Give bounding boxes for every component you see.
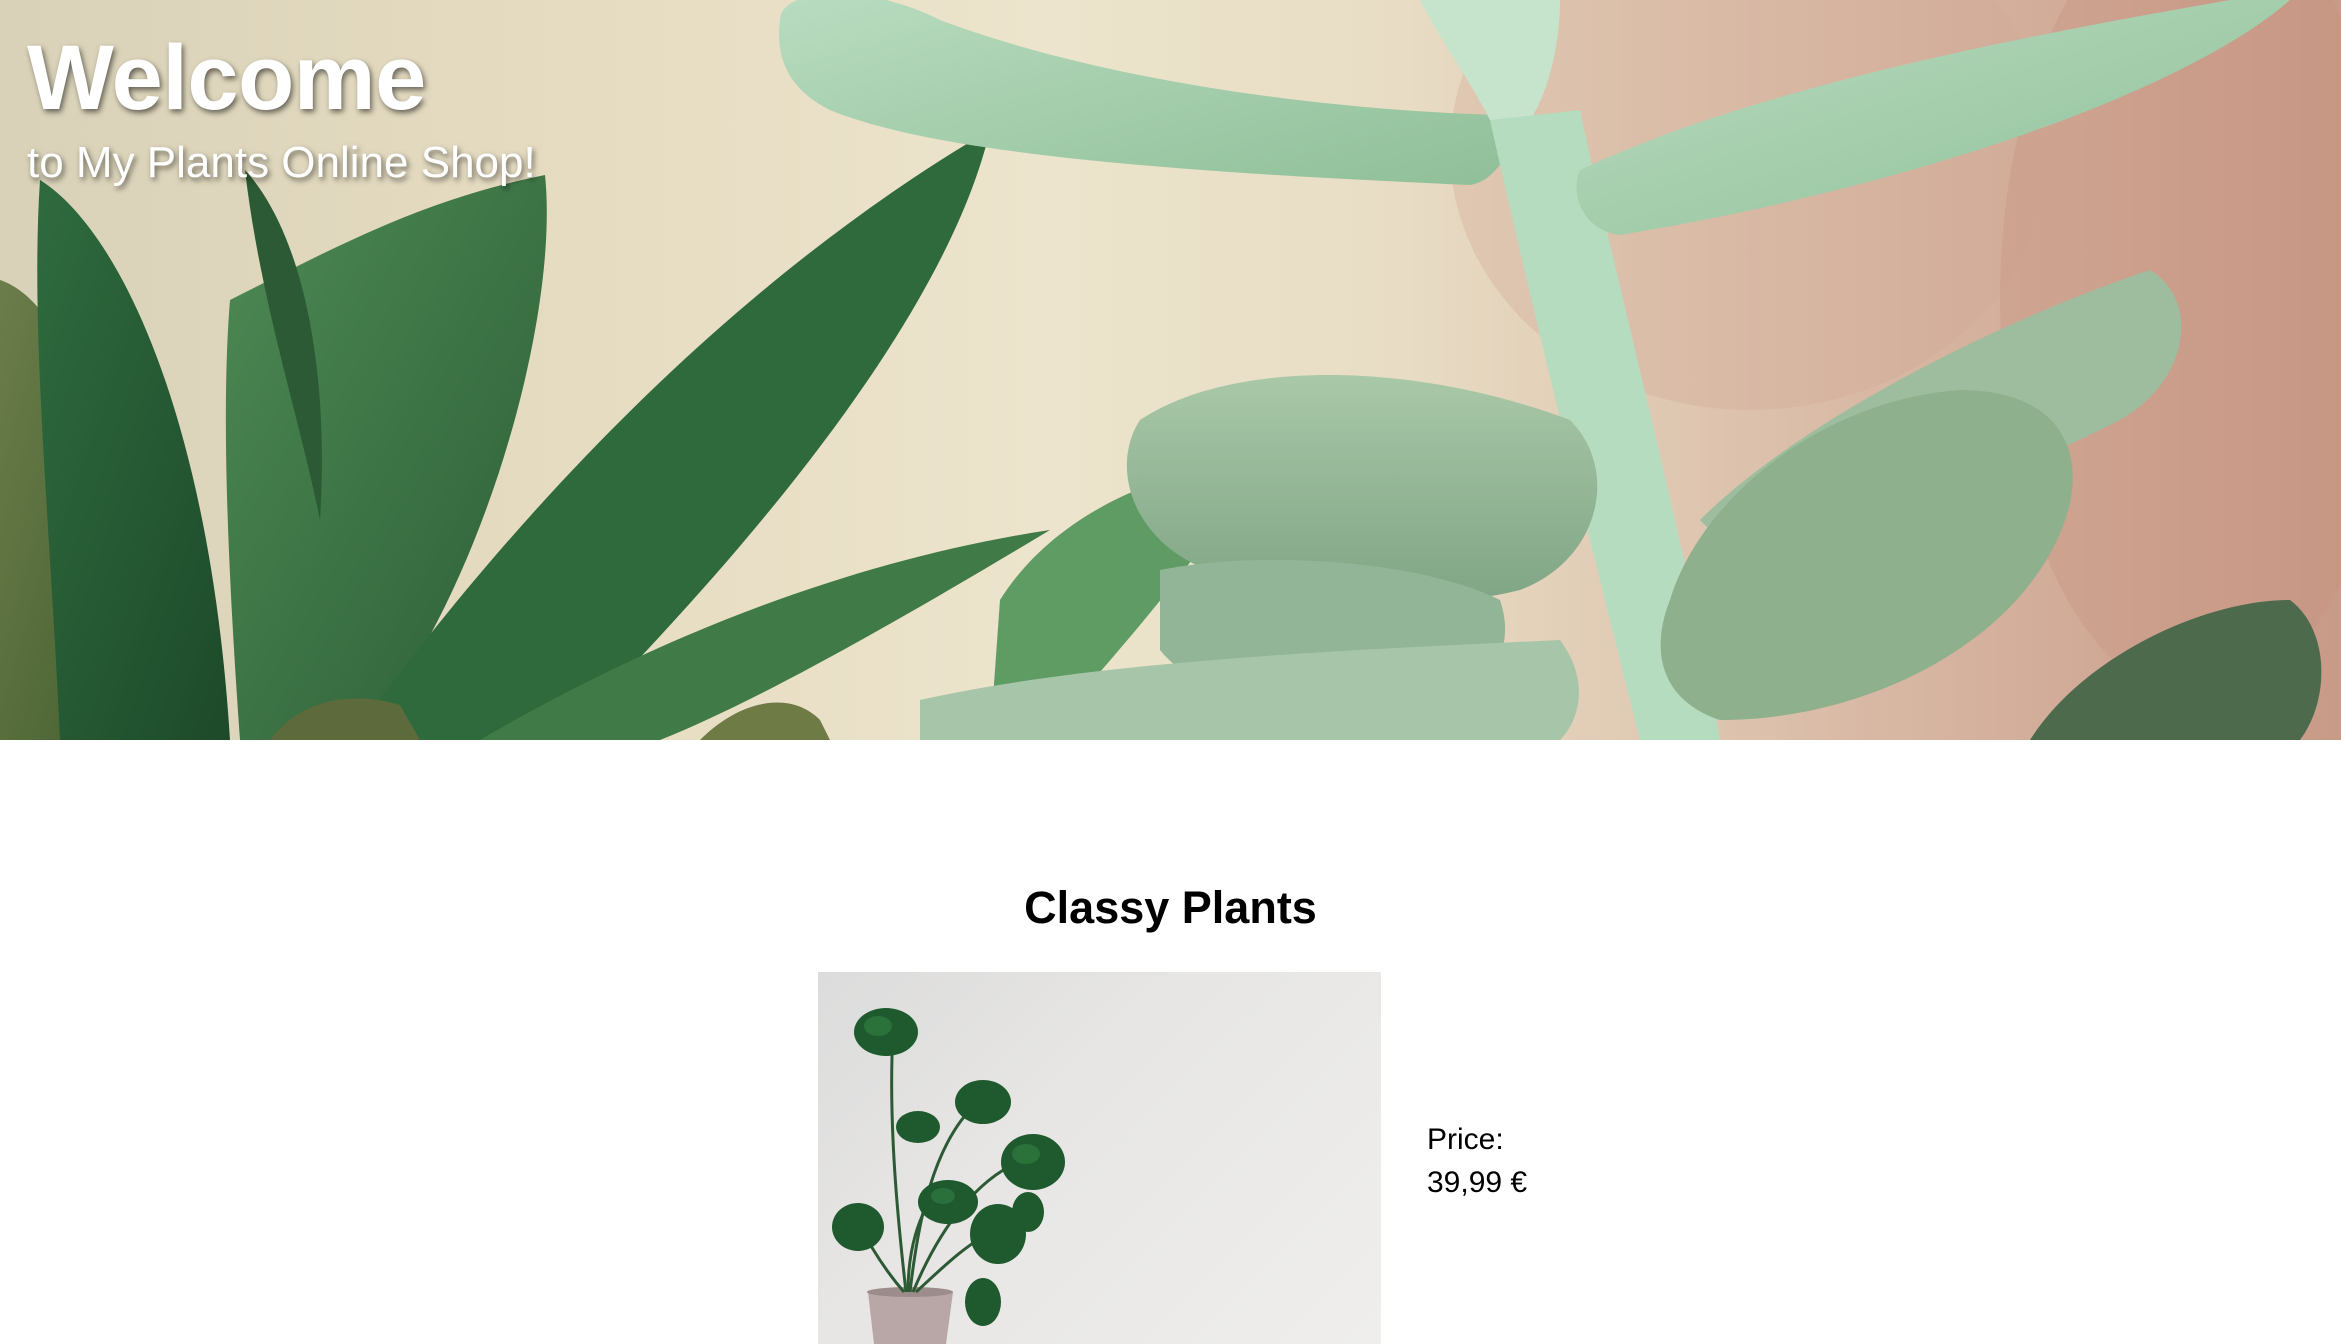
hero-banner: Welcome to My Plants Online Shop!	[0, 0, 2341, 740]
hero-subtitle: to My Plants Online Shop!	[27, 138, 536, 187]
product-card: Price: 39,99 €	[818, 972, 1538, 1344]
price-value: 39,99 €	[1427, 1166, 1528, 1199]
product-image[interactable]	[818, 972, 1381, 1344]
monstera-plant-photo	[832, 1008, 1065, 1344]
hero-title: Welcome	[27, 27, 426, 129]
hero-text: Welcome to My Plants Online Shop!	[27, 26, 536, 188]
section-title: Classy Plants	[1024, 882, 1317, 933]
price-label: Price:	[1427, 1123, 1504, 1156]
price-block: Price: 39,99 €	[1427, 1118, 1527, 1204]
